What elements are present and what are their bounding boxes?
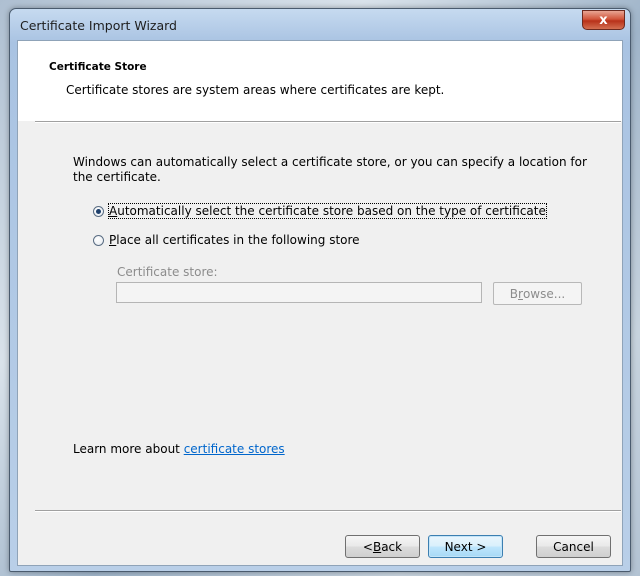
- wizard-header: Certificate Store Certificate stores are…: [18, 41, 622, 121]
- certificate-store-label: Certificate store:: [117, 265, 218, 279]
- auto-select-label[interactable]: Automatically select the certificate sto…: [108, 203, 547, 219]
- radio-unchecked-icon[interactable]: [93, 234, 104, 246]
- radio-checked-icon[interactable]: [93, 205, 104, 217]
- browse-button[interactable]: Br owse...: [493, 282, 582, 305]
- window-title: Certificate Import Wizard: [20, 18, 177, 33]
- wizard-content: Certificate Store Certificate stores are…: [17, 40, 623, 566]
- header-divider: [35, 121, 621, 123]
- close-button[interactable]: x: [582, 10, 625, 30]
- certificate-stores-link[interactable]: certificate stores: [184, 442, 285, 456]
- place-all-radio[interactable]: Place all certificates in the following …: [93, 232, 360, 248]
- intro-text: Windows can automatically select a certi…: [73, 155, 587, 184]
- back-button[interactable]: < Back: [345, 535, 420, 558]
- close-icon: x: [599, 12, 608, 28]
- page-title: Certificate Store: [49, 61, 147, 73]
- learn-more-text: Learn more about certificate stores: [73, 442, 285, 456]
- footer-divider: [35, 510, 621, 512]
- cancel-button[interactable]: Cancel: [536, 535, 611, 558]
- certificate-store-input[interactable]: [116, 282, 482, 303]
- auto-select-radio[interactable]: Automatically select the certificate sto…: [93, 203, 547, 219]
- title-bar[interactable]: Certificate Import Wizard x: [10, 9, 630, 41]
- wizard-window: Certificate Import Wizard x Certificate …: [9, 8, 631, 572]
- next-button[interactable]: Next >: [428, 535, 503, 558]
- page-description: Certificate stores are system areas wher…: [66, 83, 445, 97]
- place-all-label[interactable]: Place all certificates in the following …: [109, 233, 360, 247]
